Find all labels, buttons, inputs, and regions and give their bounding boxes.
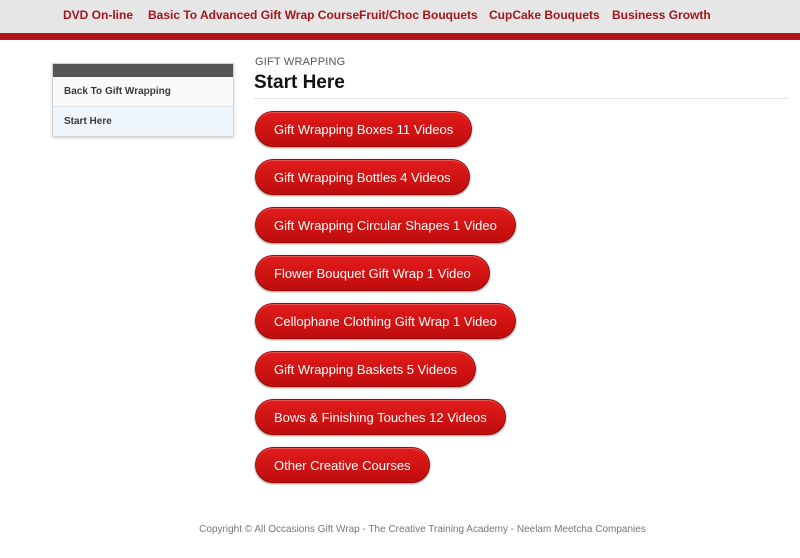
- gift-wrapping-circular-shapes-button[interactable]: Gift Wrapping Circular Shapes 1 Video: [255, 207, 516, 243]
- sidebar-item-back-to-gift-wrapping[interactable]: Back To Gift Wrapping: [53, 77, 233, 107]
- sidebar-header: [53, 64, 233, 77]
- gift-wrapping-baskets-button[interactable]: Gift Wrapping Baskets 5 Videos: [255, 351, 477, 387]
- other-creative-courses-button[interactable]: Other Creative Courses: [255, 447, 430, 483]
- nav-item-fruit-choc-bouquets[interactable]: Fruit/Choc Bouquets: [359, 8, 478, 22]
- nav-item-dvd-online[interactable]: DVD On-line: [63, 8, 133, 22]
- nav-item-gift-wrap-course[interactable]: Basic To Advanced Gift Wrap Course: [148, 8, 359, 22]
- page-title: Start Here: [254, 72, 345, 93]
- nav-item-cupcake-bouquets[interactable]: CupCake Bouquets: [489, 8, 600, 22]
- flower-bouquet-gift-wrap-button[interactable]: Flower Bouquet Gift Wrap 1 Video: [255, 255, 490, 291]
- nav-accent-bar: [0, 33, 800, 40]
- sidebar-menu: Back To Gift Wrapping Start Here: [52, 63, 234, 137]
- footer-copyright: Copyright © All Occasions Gift Wrap - Th…: [199, 524, 646, 535]
- title-divider: [254, 98, 788, 99]
- nav-item-business-growth[interactable]: Business Growth: [612, 8, 711, 22]
- top-navigation: DVD On-line Basic To Advanced Gift Wrap …: [0, 0, 800, 33]
- cellophane-clothing-gift-wrap-button[interactable]: Cellophane Clothing Gift Wrap 1 Video: [255, 303, 516, 339]
- bows-finishing-touches-button[interactable]: Bows & Finishing Touches 12 Videos: [255, 399, 506, 435]
- gift-wrapping-boxes-button[interactable]: Gift Wrapping Boxes 11 Videos: [255, 111, 473, 147]
- sidebar-item-start-here[interactable]: Start Here: [53, 107, 233, 136]
- section-kicker: GIFT WRAPPING: [255, 56, 346, 68]
- gift-wrapping-bottles-button[interactable]: Gift Wrapping Bottles 4 Videos: [255, 159, 470, 195]
